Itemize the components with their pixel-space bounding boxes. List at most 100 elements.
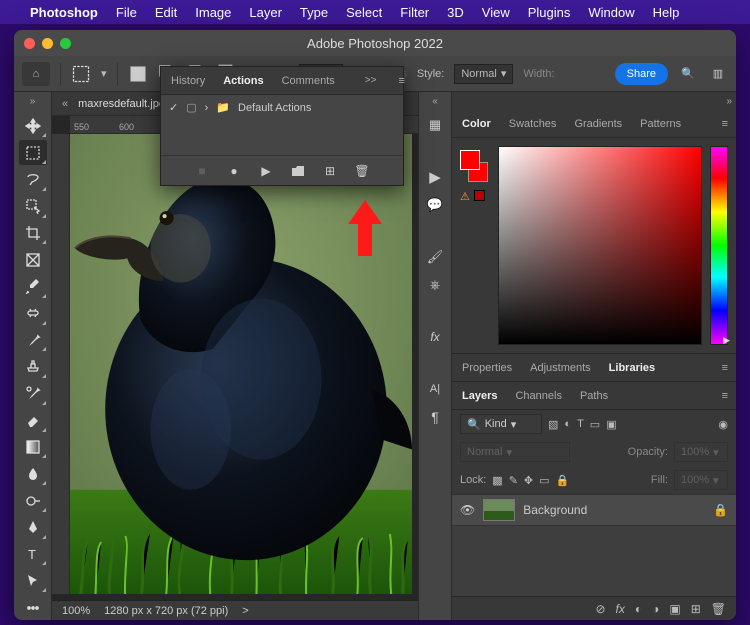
menu-edit[interactable]: Edit: [155, 5, 177, 20]
link-layers-icon[interactable]: ⊘: [595, 602, 605, 616]
new-action-icon[interactable]: ⊞: [322, 163, 338, 179]
learn-panel-icon[interactable]: ▦: [424, 114, 446, 136]
tab-layers[interactable]: Layers: [460, 386, 499, 406]
filter-adjust-icon[interactable]: ◐: [564, 418, 571, 430]
new-selection-icon[interactable]: [128, 64, 148, 84]
tab-history[interactable]: History: [169, 71, 207, 91]
action-dialog-toggle-icon[interactable]: ▢: [186, 101, 196, 114]
layer-mask-icon[interactable]: ◐: [635, 602, 642, 616]
tab-color[interactable]: Color: [460, 114, 493, 134]
menu-image[interactable]: Image: [195, 5, 231, 20]
actions-play-icon[interactable]: ▶: [424, 166, 446, 188]
clone-stamp-tool[interactable]: [19, 354, 47, 379]
fill-input[interactable]: 100%▾: [674, 470, 728, 490]
brushes-icon[interactable]: 🖌: [424, 246, 446, 268]
comments-icon[interactable]: 💬: [424, 194, 446, 216]
tab-patterns[interactable]: Patterns: [638, 114, 683, 134]
ruler-vertical[interactable]: [52, 134, 70, 594]
hue-slider[interactable]: ▶: [710, 146, 728, 345]
history-brush-tool[interactable]: [19, 381, 47, 406]
panel-menu-icon[interactable]: ≡: [398, 75, 404, 87]
menu-3d[interactable]: 3D: [447, 5, 464, 20]
new-action-set-icon[interactable]: [290, 163, 306, 179]
spot-healing-brush-tool[interactable]: [19, 301, 47, 326]
status-caret-icon[interactable]: >: [242, 605, 248, 617]
layer-lock-icon[interactable]: 🔒: [713, 503, 728, 517]
lasso-tool[interactable]: [19, 167, 47, 192]
hue-handle-icon[interactable]: ▶: [723, 335, 730, 346]
layer-thumbnail[interactable]: [483, 499, 515, 521]
more-tools[interactable]: [19, 595, 47, 620]
eraser-tool[interactable]: [19, 408, 47, 433]
play-action-icon[interactable]: ▶: [258, 163, 274, 179]
adjustment-layer-icon[interactable]: ◑: [652, 602, 659, 616]
caret-down-icon[interactable]: ▾: [101, 67, 107, 80]
expand-strip-icon[interactable]: «: [432, 96, 438, 108]
menu-layer[interactable]: Layer: [249, 5, 282, 20]
app-menu[interactable]: Photoshop: [30, 5, 98, 20]
action-toggle-check-icon[interactable]: ✓: [169, 101, 178, 114]
menu-select[interactable]: Select: [346, 5, 382, 20]
menu-type[interactable]: Type: [300, 5, 328, 20]
panel-menu-icon[interactable]: ≡: [722, 118, 728, 130]
tab-swatches[interactable]: Swatches: [507, 114, 559, 134]
more-tabs-icon[interactable]: >>: [365, 75, 377, 86]
close-all-icon[interactable]: «: [62, 98, 68, 110]
filter-type-icon[interactable]: T: [577, 418, 584, 430]
share-button[interactable]: Share: [615, 63, 668, 85]
group-icon[interactable]: ▣: [669, 602, 680, 616]
new-layer-icon[interactable]: ⊞: [691, 602, 701, 616]
zoom-level[interactable]: 100%: [62, 605, 90, 617]
foreground-background-swatch[interactable]: ⚠: [460, 146, 490, 345]
clone-source-icon[interactable]: ⎈: [424, 274, 446, 296]
disclosure-icon[interactable]: ›: [205, 102, 209, 114]
collapse-tools-icon[interactable]: »: [30, 96, 36, 107]
type-tool[interactable]: T: [19, 542, 47, 567]
menu-window[interactable]: Window: [588, 5, 634, 20]
tab-channels[interactable]: Channels: [513, 386, 563, 406]
search-icon[interactable]: 🔍: [678, 64, 698, 84]
rectangular-marquee-tool[interactable]: [19, 140, 47, 165]
gradient-tool[interactable]: [19, 435, 47, 460]
record-action-icon[interactable]: ●: [226, 163, 242, 179]
menu-filter[interactable]: Filter: [400, 5, 429, 20]
opacity-input[interactable]: 100%▾: [674, 442, 728, 462]
style-select[interactable]: Normal▾: [454, 64, 513, 84]
actions-panel[interactable]: History Actions Comments >> ≡ ✓ ▢ › 📁 De…: [160, 66, 404, 186]
tab-adjustments[interactable]: Adjustments: [528, 358, 593, 378]
tab-actions[interactable]: Actions: [221, 71, 265, 91]
workspace-icon[interactable]: ▥: [708, 64, 728, 84]
menu-plugins[interactable]: Plugins: [528, 5, 571, 20]
collapse-dock-icon[interactable]: »: [726, 96, 732, 107]
filter-toggle-icon[interactable]: ◉: [718, 418, 728, 431]
menu-file[interactable]: File: [116, 5, 137, 20]
marquee-tool-preset[interactable]: [71, 64, 91, 84]
panel-menu-icon[interactable]: ≡: [722, 362, 728, 374]
delete-action-icon[interactable]: 🗑: [354, 163, 370, 179]
gamut-warning-icon[interactable]: ⚠: [460, 190, 470, 203]
action-set-row[interactable]: ✓ ▢ › 📁 Default Actions: [169, 101, 395, 114]
layer-filter-select[interactable]: 🔍Kind▾: [460, 414, 542, 434]
blur-tool[interactable]: [19, 461, 47, 486]
tab-paths[interactable]: Paths: [578, 386, 610, 406]
panel-menu-icon[interactable]: ≡: [722, 390, 728, 402]
filter-pixel-icon[interactable]: ▧: [548, 418, 558, 431]
tab-comments[interactable]: Comments: [280, 71, 337, 91]
delete-layer-icon[interactable]: 🗑: [711, 602, 726, 616]
styles-fx-icon[interactable]: fx: [424, 326, 446, 348]
object-selection-tool[interactable]: [19, 194, 47, 219]
eyedropper-tool[interactable]: [19, 274, 47, 299]
tab-libraries[interactable]: Libraries: [607, 358, 657, 378]
filter-shape-icon[interactable]: ▭: [590, 418, 600, 431]
lock-artboard-icon[interactable]: ▭: [539, 474, 549, 487]
tab-gradients[interactable]: Gradients: [572, 114, 624, 134]
character-panel-icon[interactable]: A|: [424, 378, 446, 400]
foreground-color-swatch[interactable]: [460, 150, 480, 170]
layer-visibility-icon[interactable]: 👁: [460, 503, 475, 517]
dodge-tool[interactable]: [19, 488, 47, 513]
layer-row-background[interactable]: 👁 Background 🔒: [452, 494, 736, 526]
path-selection-tool[interactable]: [19, 568, 47, 593]
move-tool[interactable]: [19, 113, 47, 138]
lock-position-icon[interactable]: ✥: [524, 474, 533, 487]
gamut-safe-swatch[interactable]: [474, 190, 485, 201]
